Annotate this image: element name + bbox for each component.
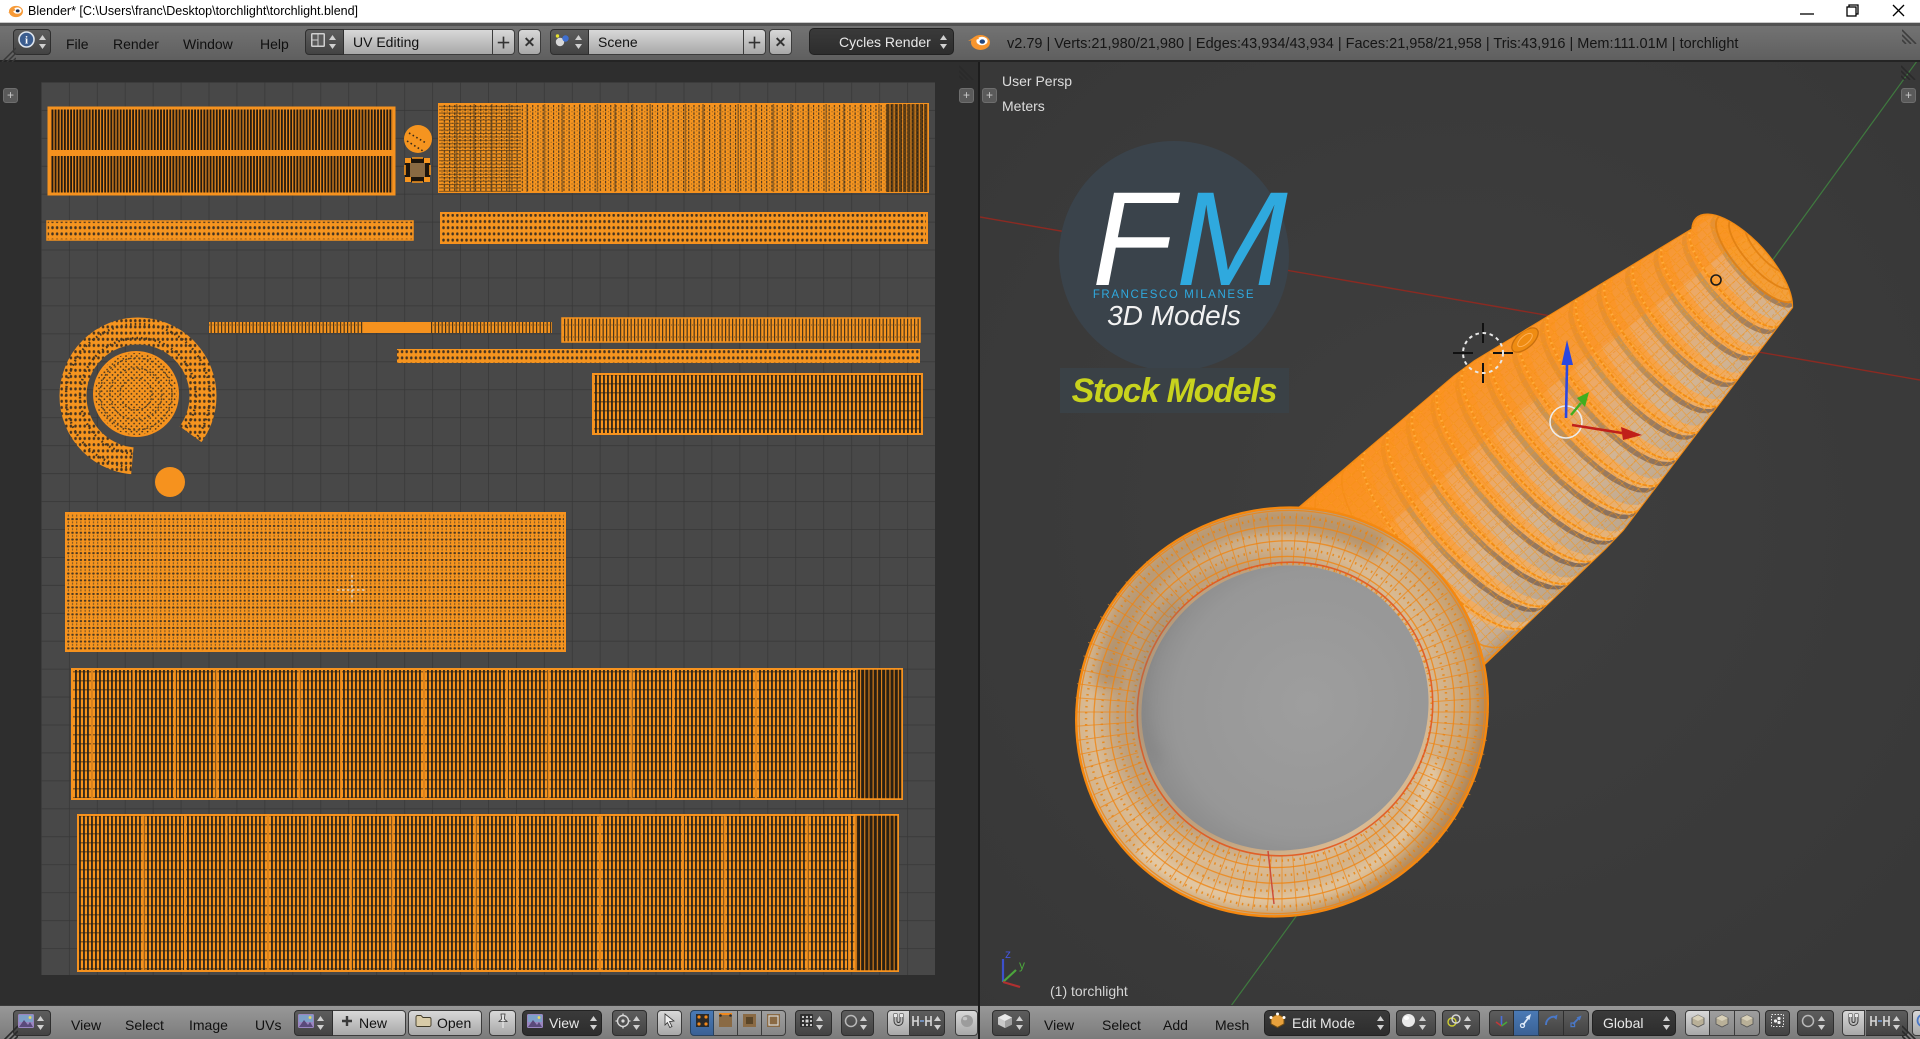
svg-text:i: i: [25, 34, 28, 46]
svg-text:y: y: [1019, 958, 1025, 972]
svg-text:Meters: Meters: [1002, 98, 1045, 114]
svg-text:3D Models: 3D Models: [1107, 300, 1241, 331]
svg-text:Stock Models: Stock Models: [1072, 372, 1277, 410]
svg-text:User Persp: User Persp: [1002, 73, 1072, 89]
svg-text:z: z: [1005, 947, 1011, 961]
svg-text:(1) torchlight: (1) torchlight: [1050, 983, 1128, 999]
